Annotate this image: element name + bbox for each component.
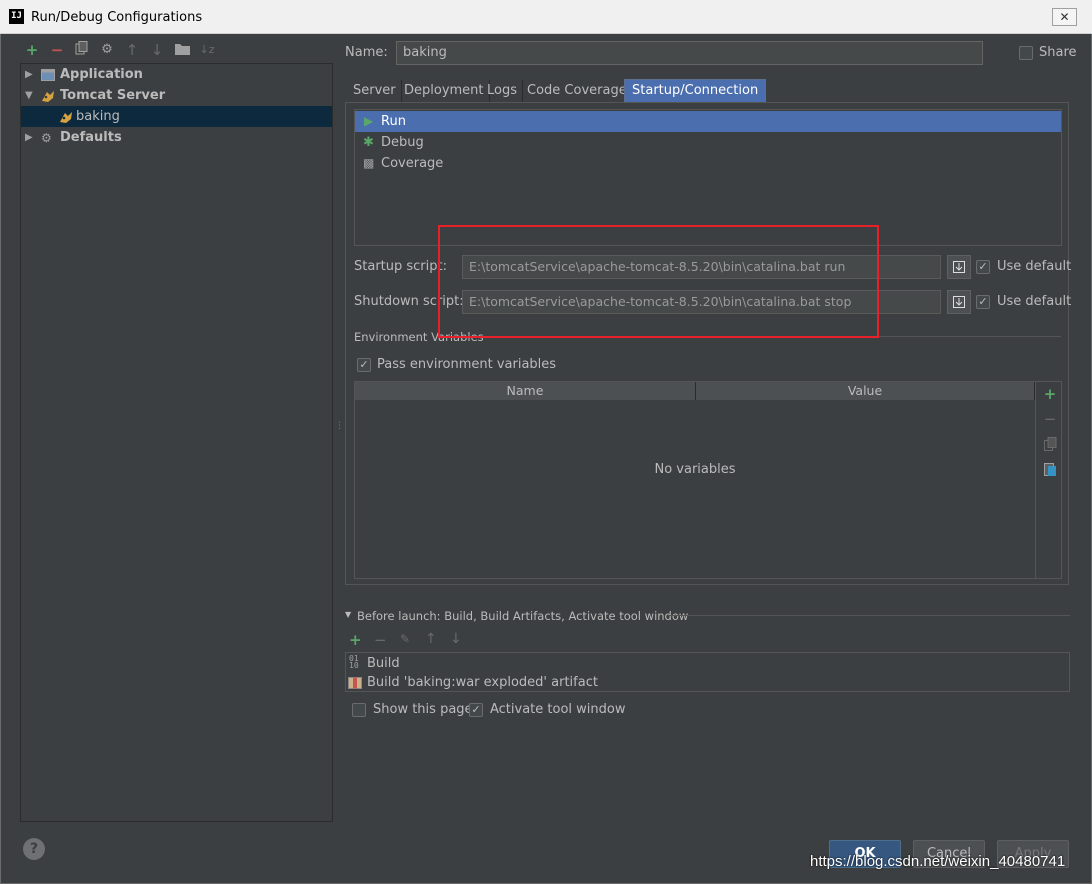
tomcat-icon [59, 110, 73, 124]
startup-use-default-checkbox[interactable]: ✓ [976, 260, 990, 274]
share-label: Share [1039, 45, 1077, 60]
startup-browse-button[interactable] [947, 255, 971, 279]
launch-item-artifact[interactable]: Build 'baking:war exploded' artifact [346, 673, 1069, 692]
share-checkbox[interactable] [1019, 46, 1033, 60]
name-label: Name: [345, 45, 388, 60]
before-launch-header[interactable]: Before launch: Build, Build Artifacts, A… [357, 609, 688, 623]
tree-item-application[interactable]: ▶ Application [21, 64, 332, 85]
before-launch-list: 01 10 Build Build 'baking:war exploded' a… [345, 652, 1070, 692]
move-up-icon[interactable]: ↑ [123, 41, 141, 59]
startup-script-label: Startup script: [354, 259, 447, 274]
launch-remove-icon[interactable]: − [374, 631, 387, 649]
launch-up-icon[interactable]: ↑ [425, 631, 437, 647]
mode-debug[interactable]: ✱ Debug [355, 132, 1061, 153]
env-copy-icon[interactable] [1043, 437, 1057, 451]
debug-bug-icon: ✱ [363, 135, 374, 150]
env-column-value[interactable]: Value [696, 382, 1035, 400]
expand-arrow-icon[interactable]: ▶ [25, 64, 33, 85]
mode-label: Run [381, 114, 406, 129]
tree-item-tomcat-server[interactable]: ▼ Tomcat Server [21, 85, 332, 106]
tree-item-label: baking [76, 109, 120, 124]
env-table: Name Value No variables [354, 381, 1036, 579]
show-this-page-checkbox[interactable] [352, 703, 366, 717]
activate-tool-window-label: Activate tool window [490, 702, 626, 717]
application-icon [41, 68, 55, 82]
wrench-icon[interactable]: ⚙ [98, 41, 116, 59]
env-paste-icon[interactable] [1043, 462, 1057, 476]
browse-icon [953, 261, 965, 273]
startup-use-default-label: Use default [997, 259, 1072, 274]
build-icon: 01 10 [349, 654, 359, 670]
close-button[interactable]: ✕ [1052, 8, 1077, 26]
title-bar: IJ Run/Debug Configurations ✕ [0, 0, 1092, 34]
pass-env-checkbox[interactable]: ✓ [357, 358, 371, 372]
mode-label: Debug [381, 135, 424, 150]
coverage-icon: ▩ [363, 156, 375, 170]
env-column-name[interactable]: Name [355, 382, 696, 400]
env-remove-icon[interactable]: − [1043, 412, 1057, 427]
copy-icon[interactable] [73, 41, 91, 59]
launch-item-label: Build 'baking:war exploded' artifact [367, 675, 598, 690]
launch-down-icon[interactable]: ↓ [450, 631, 462, 647]
sort-icon[interactable]: ↓z [198, 41, 216, 59]
tree-item-label: Application [60, 67, 143, 82]
tomcat-icon [41, 89, 55, 103]
tab-logs[interactable]: Logs [482, 80, 523, 103]
tab-deployment[interactable]: Deployment [399, 80, 490, 103]
run-icon: ▶ [364, 114, 374, 128]
artifact-icon [348, 675, 362, 695]
env-empty-text: No variables [654, 462, 736, 477]
window-title: Run/Debug Configurations [31, 10, 203, 25]
pass-env-label: Pass environment variables [377, 357, 557, 372]
splitter-handle[interactable]: ⋮ [335, 422, 344, 431]
launch-item-label: Build [367, 656, 400, 671]
shutdown-use-default-checkbox[interactable]: ✓ [976, 295, 990, 309]
remove-icon[interactable]: − [48, 41, 66, 59]
tree-item-label: Defaults [60, 130, 122, 145]
help-button[interactable]: ? [23, 838, 45, 860]
highlight-annotation [438, 225, 879, 338]
launch-edit-icon[interactable]: ✎ [400, 632, 410, 646]
collapse-arrow-icon[interactable]: ▼ [25, 85, 33, 106]
config-tree: ▶ Application ▼ Tomcat Server baking ▶ ⚙… [20, 63, 333, 822]
before-launch-divider [668, 615, 1070, 616]
mode-coverage[interactable]: ▩ Coverage [355, 153, 1061, 174]
tree-item-baking[interactable]: baking [21, 106, 332, 127]
wrench-icon: ⚙ [41, 131, 52, 145]
before-launch-toggle-icon[interactable]: ▼ [345, 610, 351, 619]
launch-add-icon[interactable]: + [349, 631, 362, 649]
env-add-icon[interactable]: + [1043, 387, 1057, 402]
app-icon: IJ [9, 9, 24, 24]
activate-tool-window-checkbox[interactable]: ✓ [469, 703, 483, 717]
folder-icon[interactable] [173, 41, 191, 59]
browse-icon [953, 296, 965, 308]
show-this-page-label: Show this page [373, 702, 473, 717]
shutdown-use-default-label: Use default [997, 294, 1072, 309]
move-down-icon[interactable]: ↓ [148, 41, 166, 59]
tab-startup-connection[interactable]: Startup/Connection [624, 79, 767, 103]
tree-item-defaults[interactable]: ▶ ⚙ Defaults [21, 127, 332, 148]
launch-item-build[interactable]: 01 10 Build [346, 654, 1069, 673]
watermark-text: https://blog.csdn.net/weixin_40480741 [810, 853, 1066, 870]
name-input[interactable]: baking [396, 41, 983, 65]
mode-run[interactable]: ▶ Run [355, 111, 1061, 132]
shutdown-browse-button[interactable] [947, 290, 971, 314]
tree-item-label: Tomcat Server [60, 88, 166, 103]
add-icon[interactable]: + [23, 41, 41, 59]
expand-arrow-icon[interactable]: ▶ [25, 127, 33, 148]
tab-server[interactable]: Server [348, 80, 402, 103]
mode-label: Coverage [381, 156, 444, 171]
tab-code-coverage[interactable]: Code Coverage [522, 80, 633, 103]
